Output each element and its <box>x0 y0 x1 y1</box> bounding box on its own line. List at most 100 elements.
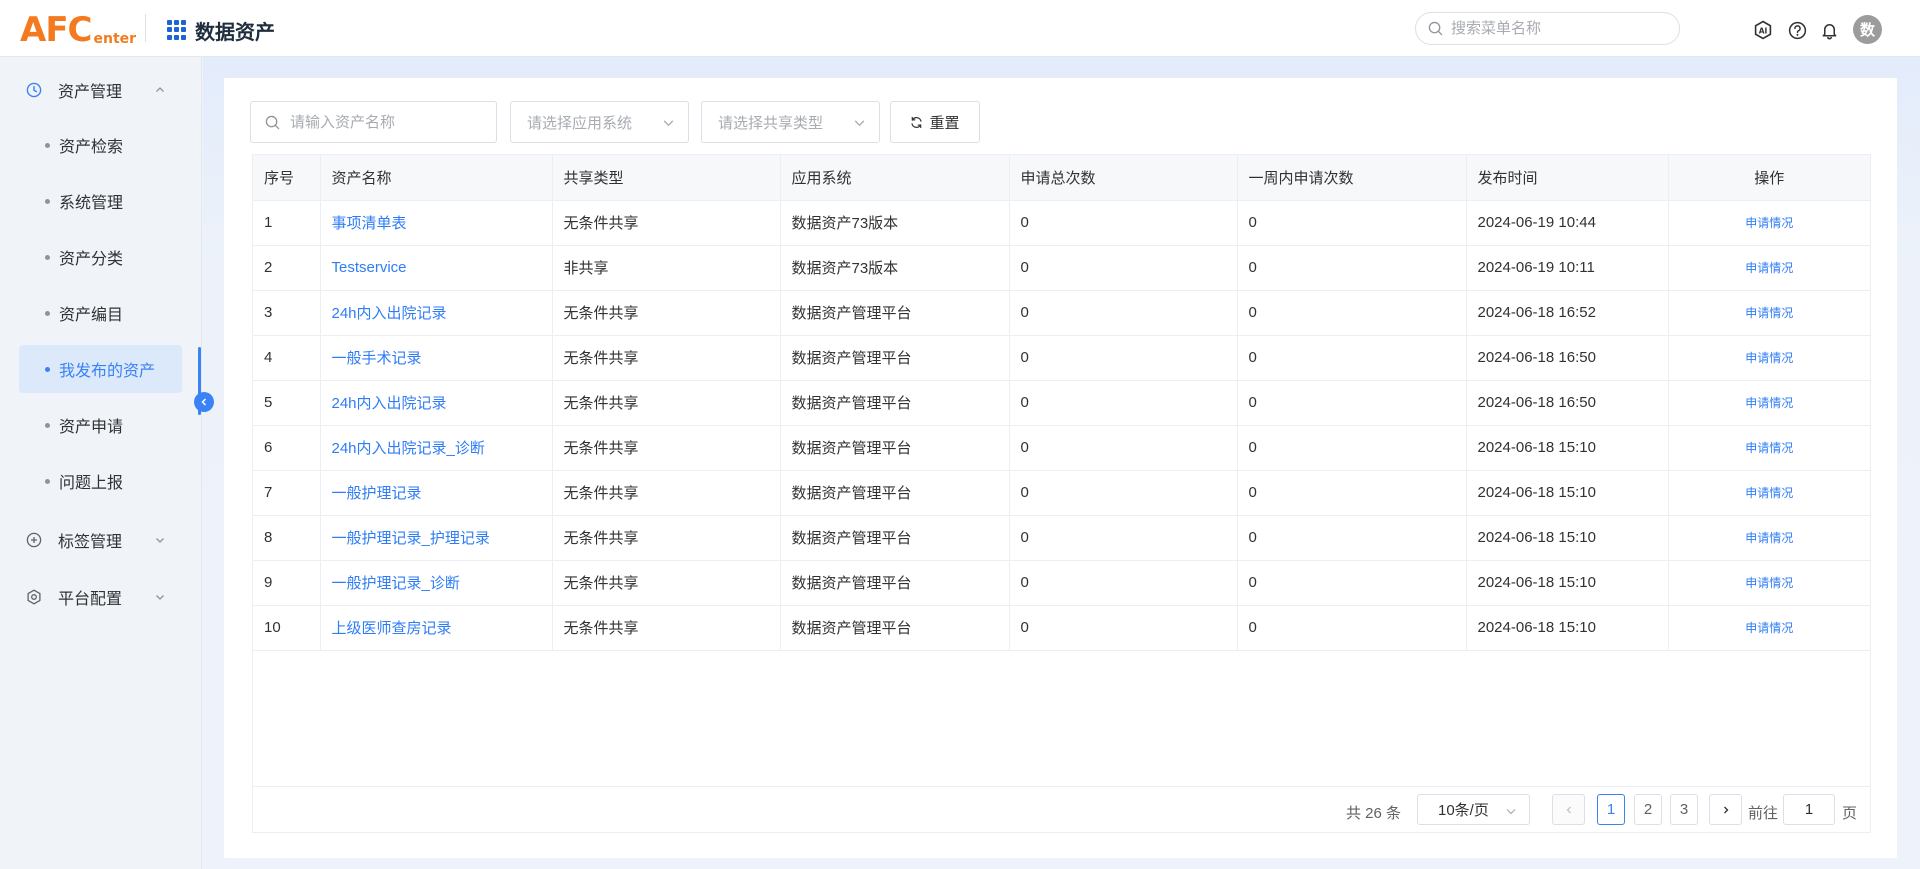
page-size-value: 10条/页 <box>1438 802 1489 819</box>
sidebar-item-asset-category[interactable]: 资产分类 <box>19 233 182 281</box>
asset-name-input[interactable] <box>290 113 490 131</box>
application-status-link[interactable]: 申请情况 <box>1745 261 1793 275</box>
row-number: 7 <box>253 470 321 516</box>
column-header: 申请总次数 <box>1009 155 1238 201</box>
column-header: 应用系统 <box>780 155 1010 201</box>
total-applications-cell: 0 <box>1009 560 1238 606</box>
sidebar-item-my-published-assets[interactable]: 我发布的资产 <box>19 345 182 393</box>
reset-label: 重置 <box>929 114 960 132</box>
asset-name-link[interactable]: 上级医师查房记录 <box>332 620 452 637</box>
application-status-link[interactable]: 申请情况 <box>1745 486 1793 500</box>
application-status-link[interactable]: 申请情况 <box>1745 216 1793 230</box>
sidebar-item-issue-report[interactable]: 问题上报 <box>19 457 182 505</box>
chevron-down-icon <box>154 591 166 603</box>
table-row: 9 一般护理记录_诊断 无条件共享 数据资产管理平台 0 0 2024-06-1… <box>253 560 1870 606</box>
app-system-cell: 数据资产管理平台 <box>780 380 1010 426</box>
app-grid-icon[interactable] <box>167 20 187 40</box>
user-avatar[interactable]: 数 <box>1853 15 1882 44</box>
week-applications-cell: 0 <box>1237 515 1467 561</box>
bell-icon[interactable] <box>1819 20 1839 40</box>
asset-name-link[interactable]: Testservice <box>332 259 407 276</box>
week-applications-cell: 0 <box>1237 380 1467 426</box>
prev-page-button[interactable] <box>1552 794 1585 825</box>
asset-name-link[interactable]: 一般护理记录_护理记录 <box>332 530 490 547</box>
table-row: 10 上级医师查房记录 无条件共享 数据资产管理平台 0 0 2024-06-1… <box>253 605 1870 651</box>
sidebar-item-asset-search[interactable]: 资产检索 <box>19 121 182 169</box>
week-applications-cell: 0 <box>1237 425 1467 471</box>
table-header-row: 序号 资产名称 共享类型 应用系统 申请总次数 一周内申请次数 发布时间 操作 <box>253 155 1870 201</box>
table-row: 1 事项清单表 无条件共享 数据资产73版本 0 0 2024-06-19 10… <box>253 200 1870 246</box>
application-status-link[interactable]: 申请情况 <box>1745 621 1793 635</box>
total-count: 共 26 条 <box>1346 805 1402 822</box>
asset-name-link[interactable]: 一般手术记录 <box>332 350 422 367</box>
page-number-3[interactable]: 3 <box>1670 794 1698 825</box>
menu-search-input[interactable] <box>1451 20 1661 37</box>
chevron-down-icon <box>853 116 866 133</box>
publish-time-cell: 2024-06-18 15:10 <box>1466 515 1669 561</box>
row-number: 6 <box>253 425 321 471</box>
goto-page-input[interactable] <box>1783 794 1835 825</box>
page-number-2[interactable]: 2 <box>1634 794 1662 825</box>
week-applications-cell: 0 <box>1237 200 1467 246</box>
table-row: 8 一般护理记录_护理记录 无条件共享 数据资产管理平台 0 0 2024-06… <box>253 515 1870 561</box>
afcenter-logo[interactable]: AFC enter <box>20 8 136 48</box>
logo-main-text: AFC <box>20 10 92 50</box>
sidebar: 资产管理 资产检索 系统管理 资产分类 资产编目 我发布的资产 资产申请 问题上… <box>0 57 202 869</box>
clock-icon <box>26 82 42 98</box>
select-placeholder: 请选择共享类型 <box>718 114 824 132</box>
week-applications-cell: 0 <box>1237 245 1467 291</box>
column-header: 操作 <box>1668 155 1870 201</box>
application-status-link[interactable]: 申请情况 <box>1745 351 1793 365</box>
share-type-cell: 无条件共享 <box>552 515 781 561</box>
asset-name-link[interactable]: 24h内入出院记录 <box>332 305 447 322</box>
share-type-select[interactable]: 请选择共享类型 <box>701 101 880 143</box>
week-applications-cell: 0 <box>1237 560 1467 606</box>
ai-icon[interactable]: AI <box>1753 20 1773 40</box>
reset-button[interactable]: 重置 <box>890 101 980 143</box>
application-status-link[interactable]: 申请情况 <box>1745 396 1793 410</box>
publish-time-cell: 2024-06-18 15:10 <box>1466 425 1669 471</box>
share-type-cell: 无条件共享 <box>552 335 781 381</box>
sidebar-item-system-management[interactable]: 系统管理 <box>19 177 182 225</box>
sidebar-group-tag-management[interactable]: 标签管理 <box>0 520 202 560</box>
asset-name-link[interactable]: 一般护理记录 <box>332 485 422 502</box>
help-icon[interactable] <box>1787 20 1807 40</box>
sidebar-item-label: 我发布的资产 <box>59 363 156 380</box>
column-header: 一周内申请次数 <box>1237 155 1467 201</box>
week-applications-cell: 0 <box>1237 470 1467 516</box>
table-row: 5 24h内入出院记录 无条件共享 数据资产管理平台 0 0 2024-06-1… <box>253 380 1870 426</box>
table-footer <box>252 786 1871 833</box>
total-applications-cell: 0 <box>1009 605 1238 651</box>
sidebar-item-label: 资产检索 <box>59 139 124 156</box>
app-system-select[interactable]: 请选择应用系统 <box>510 101 689 143</box>
bullet-dot <box>45 366 50 372</box>
asset-name-link[interactable]: 24h内入出院记录_诊断 <box>332 440 485 457</box>
page-number-1[interactable]: 1 <box>1597 794 1625 825</box>
application-status-link[interactable]: 申请情况 <box>1745 441 1793 455</box>
next-page-button[interactable] <box>1709 794 1742 825</box>
week-applications-cell: 0 <box>1237 605 1467 651</box>
application-status-link[interactable]: 申请情况 <box>1745 531 1793 545</box>
bullet-dot <box>45 478 50 484</box>
share-type-cell: 无条件共享 <box>552 380 781 426</box>
sidebar-item-asset-catalog[interactable]: 资产编目 <box>19 289 182 337</box>
sidebar-item-asset-application[interactable]: 资产申请 <box>19 401 182 449</box>
chevron-down-icon <box>1505 804 1517 821</box>
app-system-cell: 数据资产73版本 <box>780 200 1010 246</box>
menu-search-box[interactable] <box>1415 12 1680 45</box>
row-number: 8 <box>253 515 321 561</box>
application-status-link[interactable]: 申请情况 <box>1745 576 1793 590</box>
sidebar-group-label: 平台配置 <box>58 591 123 608</box>
sidebar-group-asset-management[interactable]: 资产管理 <box>0 70 202 110</box>
sidebar-collapse-button[interactable] <box>194 392 214 412</box>
asset-name-link[interactable]: 一般护理记录_诊断 <box>332 575 460 592</box>
application-status-link[interactable]: 申请情况 <box>1745 306 1793 320</box>
total-applications-cell: 0 <box>1009 380 1238 426</box>
sidebar-group-platform-config[interactable]: 平台配置 <box>0 577 202 617</box>
asset-name-filter[interactable] <box>250 101 497 143</box>
refresh-icon <box>910 116 923 129</box>
asset-name-link[interactable]: 24h内入出院记录 <box>332 395 447 412</box>
page-size-select[interactable]: 10条/页 <box>1417 794 1530 825</box>
chevron-right-icon <box>1723 806 1728 813</box>
asset-name-link[interactable]: 事项清单表 <box>332 215 407 232</box>
